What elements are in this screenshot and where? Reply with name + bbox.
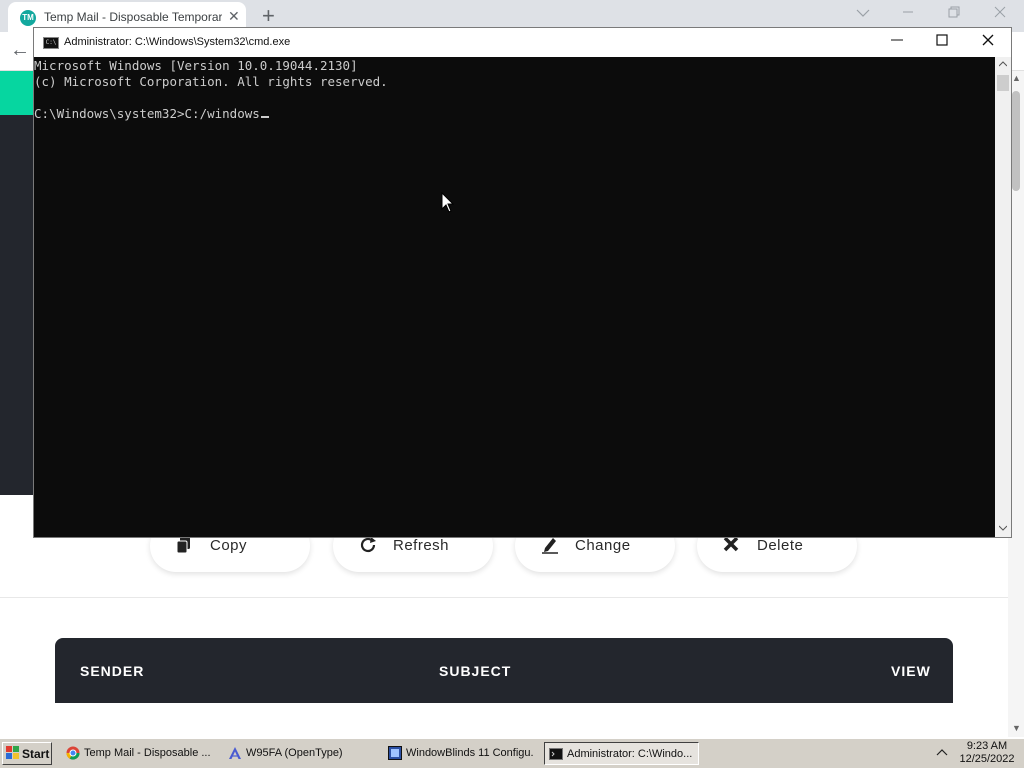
- taskbar-item-label: Administrator: C:\Windo...: [567, 748, 693, 760]
- browser-close-icon[interactable]: [994, 5, 1006, 21]
- clock-date: 12/25/2022: [959, 753, 1015, 765]
- delete-label: Delete: [757, 537, 804, 554]
- refresh-label: Refresh: [393, 537, 450, 554]
- close-icon: [982, 34, 994, 46]
- page-scroll-thumb[interactable]: [1012, 91, 1020, 191]
- cmd-titlebar[interactable]: C:\ Administrator: C:\Windows\System32\c…: [34, 28, 1011, 57]
- console-line: (c) Microsoft Corporation. All rights re…: [34, 74, 388, 89]
- copy-label: Copy: [210, 537, 248, 554]
- tab-title: Temp Mail - Disposable Temporary Email: [44, 10, 222, 24]
- scroll-down-icon[interactable]: ▼: [1012, 723, 1021, 733]
- browser-restore-icon[interactable]: [948, 5, 960, 21]
- cmd-window-title: Administrator: C:\Windows\System32\cmd.e…: [64, 36, 291, 48]
- windowblinds-icon: [388, 746, 402, 760]
- minimize-icon: [891, 39, 903, 41]
- refresh-icon: [359, 536, 377, 557]
- cmd-console[interactable]: Microsoft Windows [Version 10.0.19044.21…: [34, 57, 995, 537]
- temp-mail-favicon-icon: TM: [20, 10, 36, 26]
- console-line: Microsoft Windows [Version 10.0.19044.21…: [34, 58, 358, 73]
- taskbar-item-font-viewer[interactable]: W95FA (OpenType): [224, 742, 379, 765]
- delete-icon: [723, 536, 739, 555]
- mouse-pointer-icon: [441, 192, 455, 213]
- tab-close-icon[interactable]: ✕: [228, 8, 240, 25]
- cmd-maximize-button[interactable]: [922, 31, 962, 53]
- taskbar-item-label: Temp Mail - Disposable ...: [84, 747, 211, 759]
- subject-column-header: SUBJECT: [439, 663, 512, 679]
- start-button[interactable]: Start: [2, 742, 52, 765]
- cmd-minimize-button[interactable]: [877, 31, 917, 53]
- taskbar-item-label: W95FA (OpenType): [246, 747, 343, 759]
- taskbar-item-chrome[interactable]: Temp Mail - Disposable ...: [62, 742, 217, 765]
- chrome-icon: [66, 746, 80, 760]
- scroll-down-chevron-icon[interactable]: [998, 523, 1008, 533]
- console-command-text: C:\Windows\system32>C:/windows: [34, 106, 260, 121]
- start-label: Start: [22, 747, 50, 761]
- taskbar-item-windowblinds[interactable]: WindowBlinds 11 Configu...: [384, 742, 539, 765]
- tray-chevron-up-icon[interactable]: [936, 745, 948, 759]
- clock-time: 9:23 AM: [966, 740, 1008, 752]
- cmd-close-button[interactable]: [968, 31, 1008, 53]
- edit-icon: [541, 536, 559, 557]
- cmd-scrollbar[interactable]: [995, 57, 1011, 537]
- page-header-accent: [0, 71, 34, 115]
- view-column-header: VIEW: [891, 663, 931, 679]
- cmd-scroll-thumb[interactable]: [997, 75, 1009, 91]
- taskbar: Start Temp Mail - Disposable ... W95FA (…: [0, 738, 1024, 768]
- new-tab-button[interactable]: +: [262, 2, 275, 30]
- cmd-window: C:\ Administrator: C:\Windows\System32\c…: [33, 27, 1012, 538]
- sender-column-header: SENDER: [80, 663, 145, 679]
- console-prompt-line[interactable]: C:\Windows\system32>C:/windows: [34, 106, 269, 122]
- cmd-icon: [549, 748, 563, 760]
- windows-logo-icon: [6, 746, 19, 759]
- taskbar-item-cmd[interactable]: Administrator: C:\Windo...: [544, 742, 699, 765]
- change-label: Change: [575, 537, 631, 554]
- scroll-up-chevron-icon[interactable]: [998, 59, 1008, 69]
- back-arrow-icon[interactable]: ←: [10, 40, 30, 60]
- copy-icon: [176, 536, 192, 557]
- cmd-app-icon: C:\: [43, 37, 59, 49]
- text-cursor: [260, 116, 269, 118]
- scroll-up-icon[interactable]: ▲: [1012, 73, 1021, 83]
- inbox-table-header: SENDER SUBJECT VIEW: [55, 638, 953, 703]
- maximize-icon: [936, 34, 948, 46]
- system-clock[interactable]: 9:23 AM 12/25/2022: [952, 740, 1022, 766]
- browser-minimize-icon[interactable]: [902, 5, 914, 21]
- page-hero-dark: [0, 115, 34, 495]
- taskbar-item-label: WindowBlinds 11 Configu...: [406, 747, 534, 759]
- tab-search-chevron-icon[interactable]: [856, 5, 870, 21]
- font-icon: [229, 747, 241, 759]
